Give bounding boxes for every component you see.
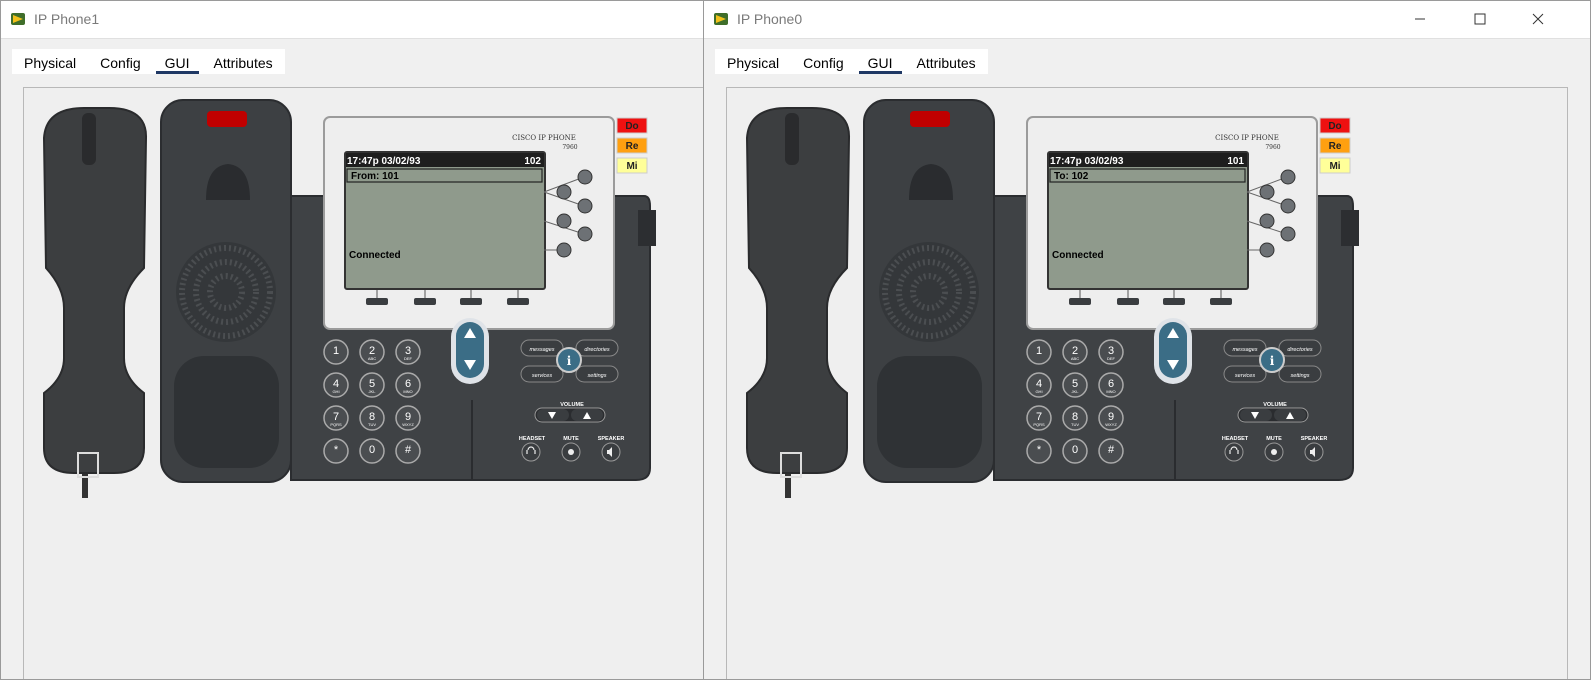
svg-text:i: i bbox=[567, 354, 572, 368]
packet-tracer-icon bbox=[714, 13, 728, 25]
tab-config[interactable]: Config bbox=[88, 49, 152, 74]
minimize-icon[interactable] bbox=[1410, 9, 1430, 29]
volume-label: VOLUME bbox=[1263, 402, 1287, 408]
headset-label: HEADSET bbox=[519, 436, 546, 442]
speaker-label: SPEAKER bbox=[1301, 436, 1328, 442]
directories-key[interactable]: directories bbox=[1287, 347, 1313, 353]
tab-physical[interactable]: Physical bbox=[12, 49, 88, 74]
keypad-letters: JKL bbox=[1072, 389, 1080, 394]
keypad-letters: DEF bbox=[404, 356, 413, 361]
screen-datetime: 17:47p 03/02/93 bbox=[1050, 156, 1124, 167]
side-clip bbox=[1341, 210, 1359, 246]
keypad-letters: WXYZ bbox=[402, 422, 414, 427]
tab-gui[interactable]: GUI bbox=[856, 49, 905, 74]
keypad-digit: * bbox=[1037, 444, 1042, 456]
navigation-button[interactable] bbox=[1154, 318, 1192, 384]
keypad-digit: * bbox=[334, 444, 339, 456]
messages-key[interactable]: messages bbox=[529, 347, 554, 353]
keypad-digit: # bbox=[1108, 444, 1115, 456]
tab-gui[interactable]: GUI bbox=[153, 49, 202, 74]
mi-label: Mi bbox=[626, 161, 637, 172]
svg-text:i: i bbox=[1270, 354, 1275, 368]
audio-keys[interactable]: HEADSET MUTE SPEAKER bbox=[1222, 436, 1328, 462]
screen-status: Connected bbox=[1052, 250, 1104, 261]
keypad-digit: 1 bbox=[1036, 345, 1042, 357]
tab-bar: Physical Config GUI Attributes bbox=[715, 49, 988, 74]
mute-label: MUTE bbox=[1266, 436, 1282, 442]
speaker-label: SPEAKER bbox=[598, 436, 625, 442]
packet-tracer-icon bbox=[11, 13, 25, 25]
services-key[interactable]: services bbox=[532, 373, 552, 379]
keypad-letters: GHI bbox=[332, 389, 339, 394]
ip-phone1-window: IP Phone1 Physical Config GUI Attributes bbox=[0, 0, 718, 680]
title-bar: IP Phone1 bbox=[1, 1, 717, 39]
keypad-letters: PQRS bbox=[330, 422, 342, 427]
model-label: 7960 bbox=[1265, 144, 1280, 151]
tab-attributes[interactable]: Attributes bbox=[905, 49, 988, 74]
mi-label: Mi bbox=[1329, 161, 1340, 172]
tab-config[interactable]: Config bbox=[791, 49, 855, 74]
screen-status: Connected bbox=[349, 250, 401, 261]
keypad-letters: ABC bbox=[368, 356, 376, 361]
close-icon[interactable] bbox=[1528, 9, 1548, 29]
mute-label: MUTE bbox=[563, 436, 579, 442]
brand-label: CISCO IP PHONE bbox=[1215, 134, 1279, 142]
audio-keys[interactable]: HEADSET MUTE SPEAKER bbox=[519, 436, 625, 462]
keypad-letters: ABC bbox=[1071, 356, 1079, 361]
window-title: IP Phone1 bbox=[34, 11, 100, 27]
re-label: Re bbox=[626, 141, 639, 152]
side-buttons: Do Re Mi bbox=[1319, 117, 1351, 174]
tab-physical[interactable]: Physical bbox=[715, 49, 791, 74]
directories-key[interactable]: directories bbox=[584, 347, 610, 353]
gui-canvas: CISCO IP PHONE 7960 17:47p 03/02/93 101 … bbox=[726, 87, 1568, 679]
keypad-letters: WXYZ bbox=[1105, 422, 1117, 427]
do-label: Do bbox=[625, 121, 638, 132]
tab-attributes[interactable]: Attributes bbox=[202, 49, 285, 74]
ip-phone: CISCO IP PHONE 7960 17:47p 03/02/93 101 … bbox=[745, 99, 1359, 498]
keypad-letters: PQRS bbox=[1033, 422, 1045, 427]
settings-key[interactable]: settings bbox=[1291, 373, 1310, 379]
window-title: IP Phone0 bbox=[737, 11, 803, 27]
volume-label: VOLUME bbox=[560, 402, 584, 408]
side-buttons: Do Re Mi bbox=[616, 117, 648, 174]
screen-extension: 102 bbox=[524, 156, 541, 167]
keypad-letters: TUV bbox=[368, 422, 376, 427]
keypad-digit: # bbox=[405, 444, 412, 456]
messages-key[interactable]: messages bbox=[1232, 347, 1257, 353]
headset-button[interactable] bbox=[521, 442, 541, 462]
keypad-digit: 0 bbox=[1072, 444, 1078, 456]
headset-button[interactable] bbox=[1224, 442, 1244, 462]
phone-cradle bbox=[160, 99, 292, 483]
keypad-letters: TUV bbox=[1071, 422, 1079, 427]
keypad-letters: JKL bbox=[369, 389, 377, 394]
keypad-letters: MNO bbox=[403, 389, 412, 394]
do-label: Do bbox=[1328, 121, 1341, 132]
side-clip bbox=[638, 210, 656, 246]
tab-bar: Physical Config GUI Attributes bbox=[12, 49, 285, 74]
keypad-digit: 0 bbox=[369, 444, 375, 456]
screen-call-line: To: 102 bbox=[1054, 171, 1089, 182]
keypad-letters: GHI bbox=[1035, 389, 1042, 394]
ip-phone: CISCO IP PHONE 7960 17:47p 03/02/93 102 … bbox=[42, 99, 656, 498]
gui-canvas: CISCO IP PHONE 7960 17:47p 03/02/93 102 … bbox=[23, 87, 717, 679]
screen-call-line: From: 101 bbox=[351, 171, 399, 182]
brand-label: CISCO IP PHONE bbox=[512, 134, 576, 142]
keypad-letters: DEF bbox=[1107, 356, 1116, 361]
model-label: 7960 bbox=[562, 144, 577, 151]
screen-extension: 101 bbox=[1227, 156, 1244, 167]
title-bar: IP Phone0 bbox=[704, 1, 1590, 39]
handset[interactable] bbox=[42, 107, 148, 498]
services-key[interactable]: services bbox=[1235, 373, 1255, 379]
navigation-button[interactable] bbox=[451, 318, 489, 384]
maximize-icon[interactable] bbox=[1470, 9, 1490, 29]
settings-key[interactable]: settings bbox=[588, 373, 607, 379]
handset[interactable] bbox=[745, 107, 851, 498]
ip-phone0-window: IP Phone0 Physical Config GUI Attributes bbox=[703, 0, 1591, 680]
re-label: Re bbox=[1329, 141, 1342, 152]
phone-cradle bbox=[863, 99, 995, 483]
headset-label: HEADSET bbox=[1222, 436, 1249, 442]
keypad-digit: 1 bbox=[333, 345, 339, 357]
keypad-letters: MNO bbox=[1106, 389, 1115, 394]
screen-datetime: 17:47p 03/02/93 bbox=[347, 156, 421, 167]
